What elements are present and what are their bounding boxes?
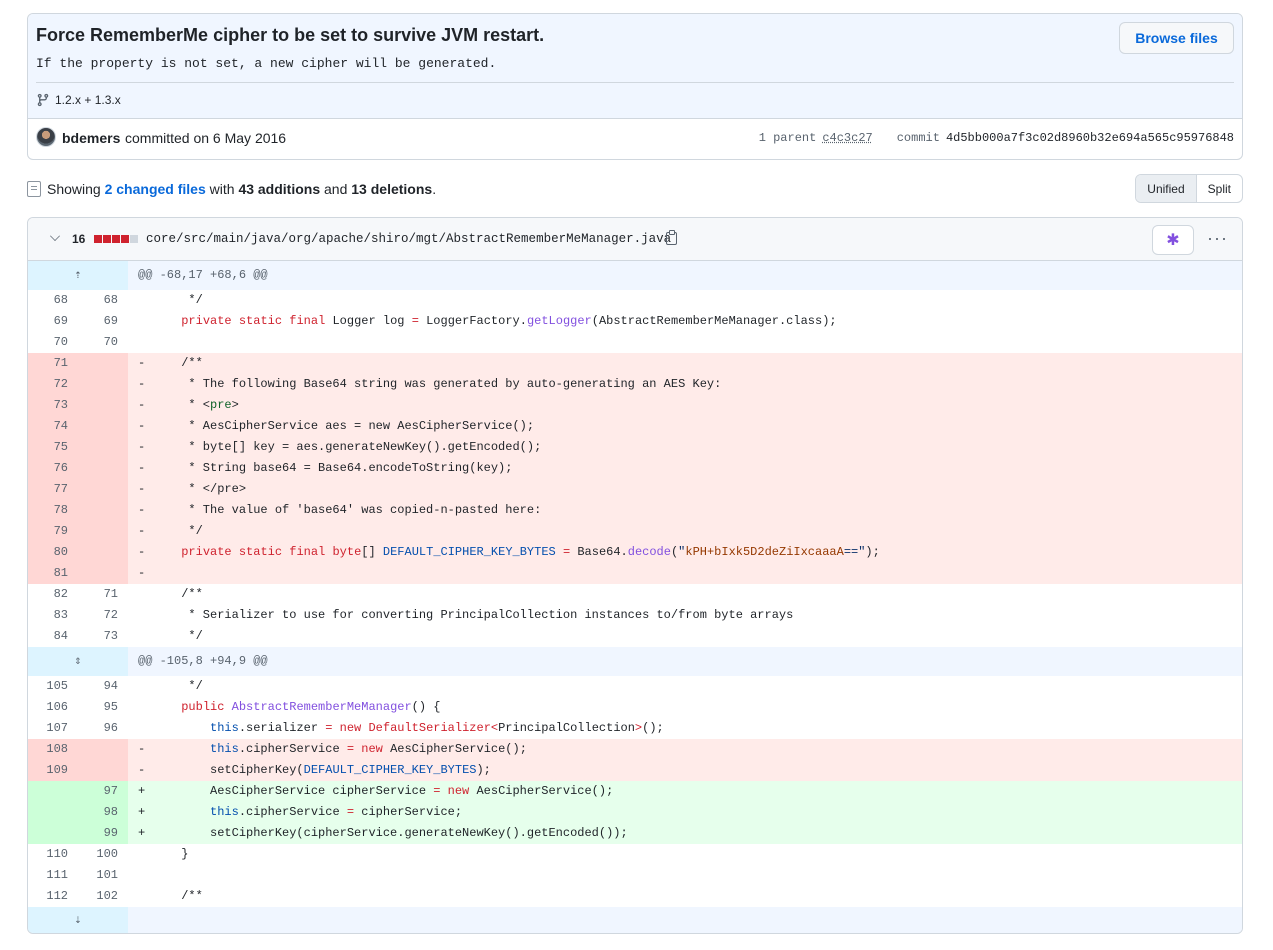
file-diff: 16 core/src/main/java/org/apache/shiro/m… bbox=[27, 217, 1243, 934]
diff-line-deleted: 77- * </pre> bbox=[28, 479, 1242, 500]
kebab-horizontal-icon[interactable]: ··· bbox=[1207, 228, 1228, 249]
commit-author-row: bdemers committed on 6 May 2016 1 parent… bbox=[28, 119, 1242, 159]
split-button[interactable]: Split bbox=[1197, 175, 1242, 202]
diff-line-deleted: 76- * String base64 = Base64.encodeToStr… bbox=[28, 458, 1242, 479]
branch-list: 1.2.x + 1.3.x bbox=[36, 93, 121, 107]
diff-line-deleted: 72- * The following Base64 string was ge… bbox=[28, 374, 1242, 395]
author-name[interactable]: bdemers bbox=[62, 130, 120, 146]
diff-line: 110 100 } bbox=[46, 847, 189, 861]
summary-with: with bbox=[209, 181, 235, 197]
fold-down-icon[interactable]: ⇣ bbox=[28, 907, 128, 933]
commit-label: commit bbox=[896, 131, 940, 145]
diff-line-deleted: 108- this.cipherService = new AesCipherS… bbox=[28, 739, 1242, 760]
summary-and: and bbox=[324, 181, 348, 197]
commit-message-area: Force RememberMe cipher to be set to sur… bbox=[28, 14, 1242, 119]
commit-header: Force RememberMe cipher to be set to sur… bbox=[27, 13, 1243, 160]
diff-line-deleted: 109- setCipherKey(DEFAULT_CIPHER_KEY_BYT… bbox=[28, 760, 1242, 781]
diff-line-deleted: 80- private static final byte[] DEFAULT_… bbox=[28, 542, 1242, 563]
chevron-down-icon[interactable] bbox=[50, 231, 60, 241]
summary-prefix: Showing bbox=[47, 181, 101, 197]
parent-sha-link[interactable]: c4c3c27 bbox=[822, 131, 872, 145]
change-count: 16 bbox=[72, 232, 86, 246]
unified-button[interactable]: Unified bbox=[1136, 175, 1197, 202]
diff-line: 70 70 bbox=[53, 335, 118, 349]
diff-line-deleted: 78- * The value of 'base64' was copied-n… bbox=[28, 500, 1242, 521]
unfold-icon[interactable]: ⇡ bbox=[28, 261, 128, 290]
diffstat-deleted-block bbox=[94, 235, 102, 243]
deletions-count: 13 deletions bbox=[351, 181, 433, 197]
diff-line-added: 97 + AesCipherService cipherService = new… bbox=[28, 781, 1242, 802]
unfold-icon[interactable]: ⇕ bbox=[28, 647, 128, 676]
changed-files-link[interactable]: 2 changed files bbox=[105, 181, 206, 197]
hunk-footer-empty bbox=[128, 907, 1242, 933]
file-diff-icon bbox=[27, 181, 41, 197]
avatar[interactable] bbox=[36, 127, 56, 147]
diff-line: 69 69 private static final Logger log = L… bbox=[53, 314, 837, 328]
diff-line-added: 98 + this.cipherService = cipherService; bbox=[28, 802, 1242, 823]
diff-line-deleted: 71- /** bbox=[28, 353, 1242, 374]
browse-files-button[interactable]: Browse files bbox=[1119, 22, 1234, 54]
diffstat-neutral-block bbox=[130, 235, 138, 243]
diff-line: 83 72 * Serializer to use for converting … bbox=[53, 608, 794, 622]
diff-summary: Showing 2 changed files with 43 addition… bbox=[27, 174, 1243, 204]
diff-line: 82 71 /** bbox=[53, 587, 203, 601]
diffstat-deleted-block bbox=[121, 235, 129, 243]
copy-icon[interactable] bbox=[666, 230, 677, 245]
diffstat-deleted-block bbox=[103, 235, 111, 243]
hunk-header: ⇕ @@ -105,8 +94,9 @@ bbox=[28, 647, 1242, 676]
hunk-range: @@ -105,8 +94,9 @@ bbox=[128, 647, 1242, 676]
diff-line: 84 73 */ bbox=[53, 629, 203, 643]
divider bbox=[36, 82, 1234, 83]
diffstat bbox=[94, 235, 138, 243]
branch-names[interactable]: 1.2.x + 1.3.x bbox=[55, 93, 121, 107]
commit-title: Force RememberMe cipher to be set to sur… bbox=[36, 25, 545, 45]
diffstat-deleted-block bbox=[112, 235, 120, 243]
commit-meta: 1 parent c4c3c27 commit 4d5bb000a7f3c02d… bbox=[759, 131, 1234, 145]
diff-view-toggle: Unified Split bbox=[1135, 174, 1243, 203]
diff-line-deleted: 75- * byte[] key = aes.generateNewKey().… bbox=[28, 437, 1242, 458]
commit-sha: 4d5bb000a7f3c02d8960b32e694a565c95976848 bbox=[945, 131, 1234, 145]
diff-line-added: 99 + setCipherKey(cipherService.generateN… bbox=[28, 823, 1242, 844]
hunk-footer: ⇣ bbox=[28, 907, 1242, 933]
commit-date-text: committed on 6 May 2016 bbox=[125, 130, 287, 146]
diff-line-deleted: 73- * <pre> bbox=[28, 395, 1242, 416]
diff-line-deleted: 81- bbox=[28, 563, 1242, 584]
additions-count: 43 additions bbox=[238, 181, 321, 197]
file-path[interactable]: core/src/main/java/org/apache/shiro/mgt/… bbox=[146, 232, 671, 246]
diff-line: 112 102 /** bbox=[46, 889, 203, 903]
hunk-range: @@ -68,17 +68,6 @@ bbox=[128, 261, 1242, 290]
copilot-icon[interactable]: ✱ bbox=[1152, 225, 1194, 255]
diff-line: 105 94 */ bbox=[46, 679, 203, 693]
parent-label: 1 parent bbox=[758, 131, 817, 145]
file-header: 16 core/src/main/java/org/apache/shiro/m… bbox=[28, 218, 1242, 261]
commit-description: If the property is not set, a new cipher… bbox=[36, 56, 497, 71]
diff-line: 107 96 this.serializer = new DefaultSeria… bbox=[46, 721, 664, 735]
git-branch-icon bbox=[37, 93, 49, 107]
diff-line: 68 68 */ bbox=[53, 293, 203, 307]
diff-line: 106 95 public AbstractRememberMeManager()… bbox=[46, 700, 441, 714]
diff-line-deleted: 79- */ bbox=[28, 521, 1242, 542]
diff-table: ⇡ @@ -68,17 +68,6 @@ 68 68 */ 69 69 privat… bbox=[28, 261, 1242, 933]
diff-line-deleted: 74- * AesCipherService aes = new AesCiph… bbox=[28, 416, 1242, 437]
diff-line: 111 101 bbox=[46, 868, 118, 882]
hunk-header: ⇡ @@ -68,17 +68,6 @@ bbox=[28, 261, 1242, 290]
summary-period: . bbox=[432, 181, 437, 197]
